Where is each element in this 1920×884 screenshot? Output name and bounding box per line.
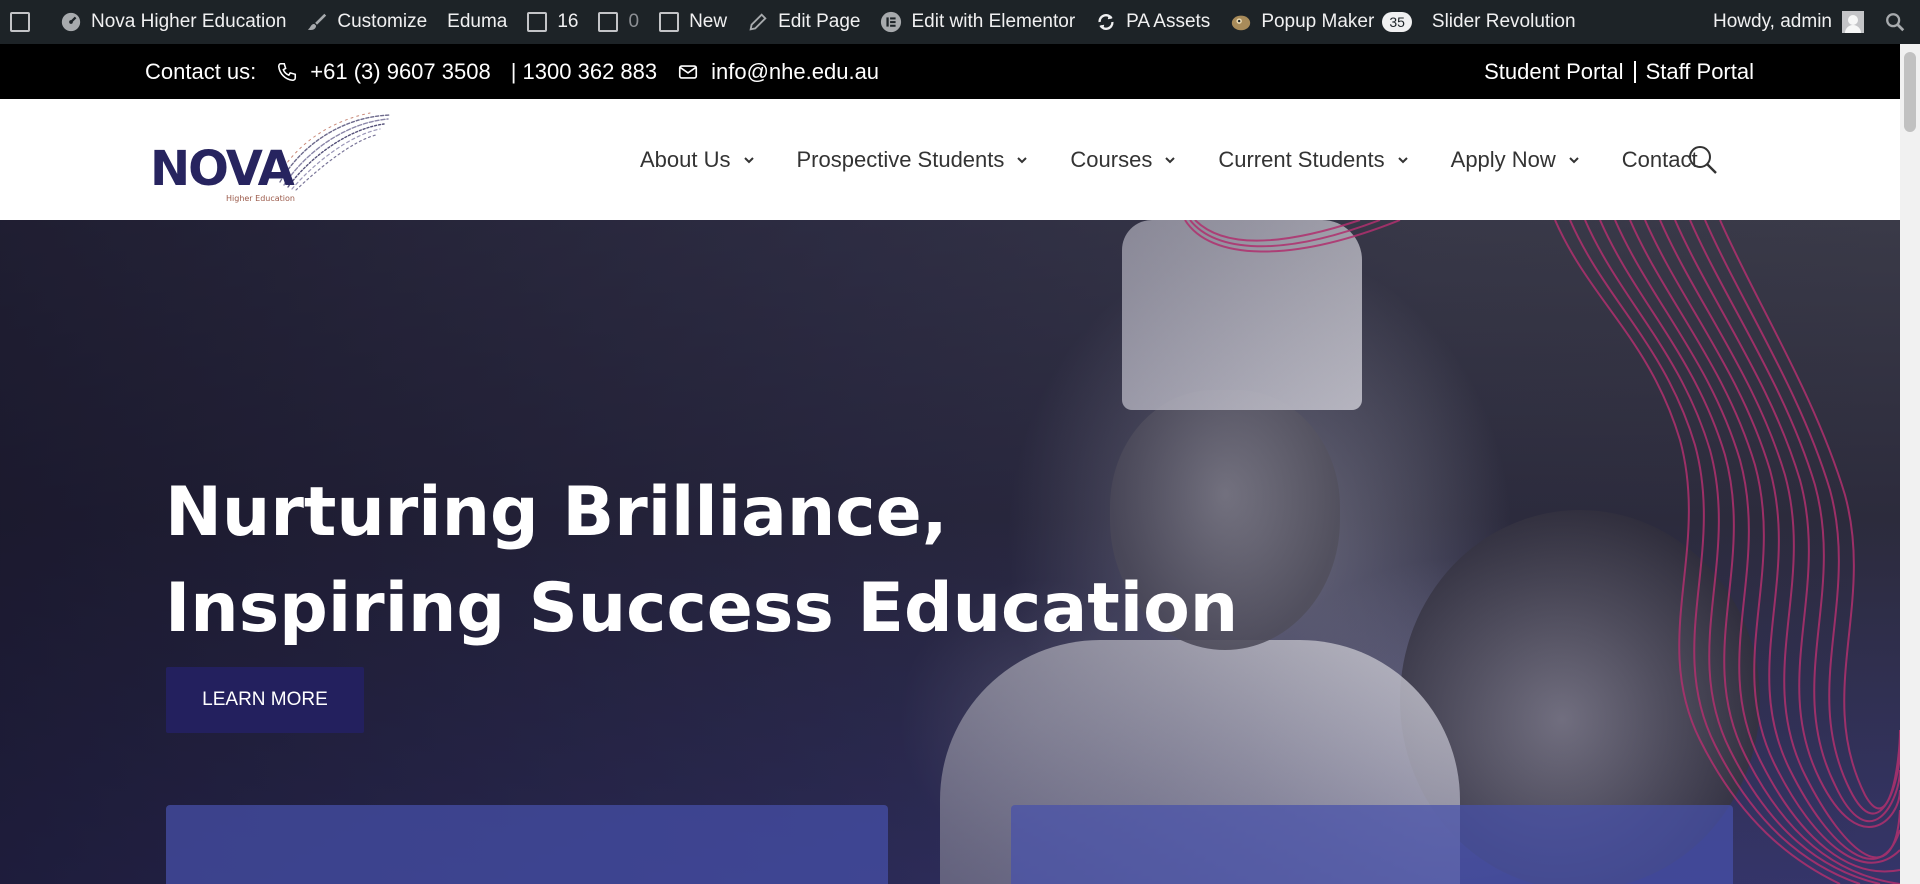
- nav-label: Courses: [1070, 146, 1153, 172]
- site-name-item[interactable]: Nova Higher Education: [50, 0, 296, 44]
- student-portal-link[interactable]: Student Portal: [1484, 59, 1623, 85]
- hero-heading-line-1: Nurturing Brilliance,: [165, 473, 948, 552]
- theme-item[interactable]: Eduma: [437, 0, 517, 44]
- pencil-icon: [747, 11, 769, 33]
- pa-assets-label: PA Assets: [1126, 11, 1211, 32]
- slider-revolution-item[interactable]: Slider Revolution: [1422, 0, 1586, 44]
- hero-slider: Nurturing Brilliance, Inspiring Success …: [0, 220, 1900, 884]
- chevron-down-icon: [1016, 154, 1028, 166]
- learn-more-button[interactable]: LEARN MORE: [166, 667, 364, 733]
- nav-contact[interactable]: Contact: [1622, 147, 1698, 173]
- my-account-item[interactable]: Howdy, admin: [1703, 0, 1874, 44]
- new-label: New: [689, 11, 728, 32]
- nav-courses[interactable]: Courses: [1070, 147, 1176, 173]
- hero-heading: Nurturing Brilliance, Inspiring Success …: [165, 465, 1265, 657]
- email-link[interactable]: info@nhe.edu.au: [711, 59, 879, 85]
- customize-item[interactable]: Customize: [296, 0, 437, 44]
- decorative-waves: [1184, 220, 1900, 884]
- refresh-icon: [1095, 11, 1117, 33]
- site-logo[interactable]: NOVA Higher Education: [150, 107, 390, 207]
- site-name-label: Nova Higher Education: [91, 11, 287, 32]
- phone-icon: [276, 61, 298, 83]
- main-navigation: About Us Prospective Students Courses Cu…: [640, 99, 1740, 220]
- search-icon: [1884, 11, 1906, 33]
- site-header: NOVA Higher Education About Us Prospecti…: [0, 99, 1900, 220]
- comments-icon: [598, 12, 619, 32]
- avatar: [1842, 11, 1864, 33]
- contact-label: Contact us:: [145, 58, 257, 84]
- nav-apply-now[interactable]: Apply Now: [1451, 147, 1580, 173]
- popup-maker-icon: [1230, 11, 1252, 33]
- wp-logo-icon: [10, 12, 30, 32]
- portal-divider: [1633, 60, 1636, 83]
- chevron-down-icon: [1397, 154, 1409, 166]
- popup-maker-item[interactable]: Popup Maker 35: [1220, 0, 1422, 44]
- dashboard-icon: [60, 11, 82, 33]
- new-content-item[interactable]: New: [649, 0, 737, 44]
- updates-item[interactable]: 16: [517, 0, 588, 44]
- edit-page-item[interactable]: Edit Page: [737, 0, 870, 44]
- logo-text: NOVA: [150, 141, 295, 197]
- admin-search-item[interactable]: [1874, 0, 1920, 44]
- feature-card-left[interactable]: [166, 805, 888, 884]
- theme-label: Eduma: [447, 11, 508, 32]
- comments-item[interactable]: 0: [588, 0, 649, 44]
- nav-label: Contact: [1621, 146, 1698, 172]
- chevron-down-icon: [1568, 154, 1580, 166]
- customize-label: Customize: [337, 11, 428, 32]
- nav-label: Prospective Students: [796, 146, 1005, 172]
- nav-current-students[interactable]: Current Students: [1218, 147, 1408, 173]
- updates-count: 16: [557, 11, 579, 32]
- slider-revolution-label: Slider Revolution: [1431, 11, 1576, 32]
- page-scrollbar[interactable]: [1900, 44, 1920, 884]
- comments-count: 0: [628, 11, 640, 32]
- search-icon[interactable]: [1688, 145, 1718, 175]
- updates-icon: [527, 12, 548, 32]
- wp-logo-item[interactable]: [0, 0, 50, 44]
- paintbrush-icon: [306, 11, 328, 33]
- edit-page-label: Edit Page: [778, 11, 861, 32]
- chevron-down-icon: [743, 154, 755, 166]
- contact-info: Contact us: +61 (3) 9607 3508 | 1300 362…: [145, 44, 879, 99]
- popup-count-badge: 35: [1382, 12, 1412, 32]
- envelope-icon: [677, 61, 699, 83]
- logo-subtext: Higher Education: [226, 194, 295, 203]
- popup-maker-label: Popup Maker: [1261, 11, 1375, 32]
- pa-assets-item[interactable]: PA Assets: [1085, 0, 1220, 44]
- edit-elementor-item[interactable]: Edit with Elementor: [870, 0, 1085, 44]
- nav-label: Apply Now: [1450, 146, 1556, 172]
- scrollbar-thumb[interactable]: [1904, 52, 1916, 132]
- elementor-icon: [880, 11, 902, 33]
- phone-alt-link[interactable]: | 1300 362 883: [511, 59, 657, 85]
- wp-admin-bar: Nova Higher Education Customize Eduma 16…: [0, 0, 1920, 44]
- nav-label: About Us: [640, 146, 731, 172]
- nav-prospective-students[interactable]: Prospective Students: [797, 147, 1029, 173]
- nav-label: Current Students: [1218, 146, 1385, 172]
- staff-portal-link[interactable]: Staff Portal: [1646, 59, 1754, 85]
- admin-bar-right: Howdy, admin: [1703, 0, 1920, 44]
- nav-about-us[interactable]: About Us: [640, 147, 755, 173]
- chevron-down-icon: [1164, 154, 1176, 166]
- logo-swoosh: [277, 112, 390, 191]
- phone-link[interactable]: +61 (3) 9607 3508: [310, 59, 490, 85]
- feature-card-right[interactable]: [1011, 805, 1733, 884]
- portal-links: Student Portal Staff Portal: [1484, 44, 1754, 99]
- edit-elementor-label: Edit with Elementor: [911, 11, 1076, 32]
- howdy-label: Howdy, admin: [1713, 11, 1832, 32]
- hero-heading-line-2: Inspiring Success Education: [165, 569, 1239, 648]
- contact-bar: Contact us: +61 (3) 9607 3508 | 1300 362…: [0, 44, 1920, 99]
- plus-icon: [659, 12, 680, 32]
